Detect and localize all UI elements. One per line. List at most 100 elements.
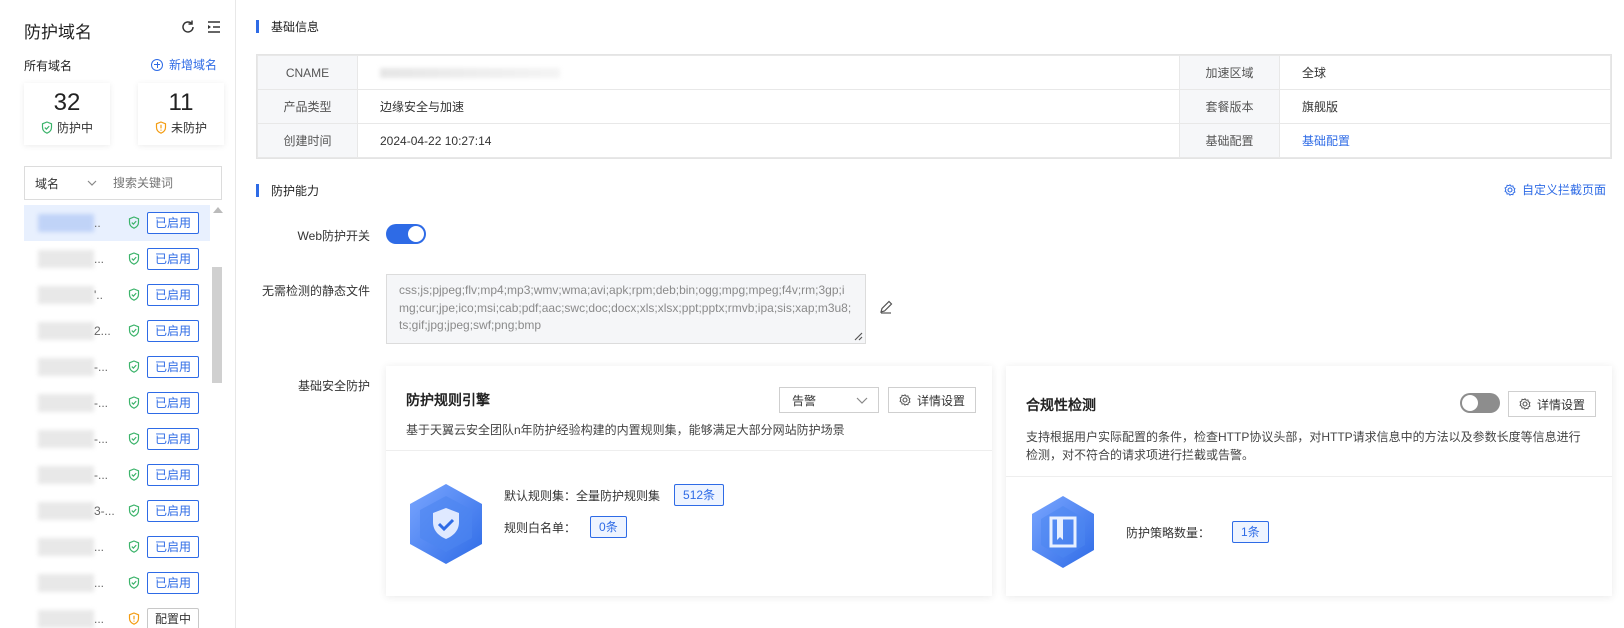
- basic-config-key: 基础配置: [1179, 123, 1280, 158]
- domain-status-badge[interactable]: 已启用: [147, 500, 200, 522]
- domain-name-redacted: [38, 538, 94, 556]
- domain-list-item[interactable]: ... 已启用: [24, 565, 210, 601]
- edit-pencil-icon[interactable]: [878, 299, 894, 315]
- basic-security-label: 基础安全防护: [297, 379, 370, 393]
- domain-list-item[interactable]: .. 已启用: [24, 205, 210, 241]
- domain-status-badge[interactable]: 已启用: [147, 428, 200, 450]
- domain-name-redacted: [38, 250, 94, 268]
- region-key: 加速区域: [1179, 55, 1280, 90]
- policy-count-badge[interactable]: 1条: [1232, 521, 1269, 543]
- product-type-value: 边缘安全与加速: [357, 89, 1180, 124]
- domain-list-scrollbar[interactable]: [210, 205, 224, 628]
- add-circle-icon: [151, 58, 163, 71]
- static-files-text: css;js;pjpeg;flv;mp4;mp3;wmv;wma;avi;apk…: [399, 283, 852, 332]
- domain-list-item[interactable]: -... 已启用: [24, 385, 210, 421]
- sidebar: 防护域名 所有域名 新增域名 32 防护中 11 未防护 域名 .. 已启用...…: [0, 0, 236, 628]
- resize-handle-icon[interactable]: [853, 331, 863, 341]
- web-protection-toggle[interactable]: [386, 224, 426, 244]
- search-field-select[interactable]: 域名: [25, 175, 105, 192]
- scroll-up-arrow-icon[interactable]: [213, 207, 223, 213]
- domain-list-item[interactable]: '.. 已启用: [24, 277, 210, 313]
- domain-list-item[interactable]: -... 已启用: [24, 349, 210, 385]
- domain-status-badge[interactable]: 已启用: [147, 248, 200, 270]
- rule-engine-card: 防护规则引擎 告警 详情设置 基于天翼云安全团队n年防护经验构建的内置规则集，能…: [386, 366, 992, 596]
- static-files-textarea[interactable]: css;js;pjpeg;flv;mp4;mp3;wmv;wma;avi;apk…: [386, 274, 866, 344]
- domain-name-redacted: [38, 502, 94, 520]
- domain-list-item[interactable]: 2... 已启用: [24, 313, 210, 349]
- stat-protected[interactable]: 32 防护中: [24, 83, 110, 145]
- default-rule-count-badge[interactable]: 512条: [674, 484, 725, 506]
- shield-warning-icon: [128, 612, 140, 625]
- policy-count-row: 防护策略数量： 1条: [1126, 521, 1269, 543]
- stat-unprotected-count: 11: [168, 89, 194, 116]
- sidebar-title: 防护域名: [24, 23, 92, 42]
- basic-info-title-text: 基础信息: [271, 20, 320, 34]
- rule-engine-desc: 基于天翼云安全团队n年防护经验构建的内置规则集，能够满足大部分网站防护场景: [406, 423, 845, 437]
- all-domains-label: 所有域名: [24, 59, 73, 73]
- domain-name-ellipsis: 3-...: [94, 504, 115, 518]
- domain-name: -...: [24, 385, 124, 421]
- chevron-down-icon: [87, 180, 97, 186]
- whitelist-label: 规则白名单：: [504, 520, 577, 535]
- domain-list-item[interactable]: ... 已启用: [24, 241, 210, 277]
- table-row: 创建时间 2024-04-22 10:27:14 基础配置 基础配置: [257, 123, 1611, 158]
- refresh-icon[interactable]: [180, 19, 196, 35]
- domain-list-item[interactable]: -... 已启用: [24, 457, 210, 493]
- table-row: CNAME 加速区域 全球: [257, 55, 1611, 90]
- domain-status-badge[interactable]: 已启用: [147, 320, 200, 342]
- domain-status-badge[interactable]: 配置中: [147, 608, 200, 628]
- rule-engine-mode-value: 告警: [792, 393, 817, 408]
- search-field-value: 域名: [35, 176, 60, 191]
- web-switch-label: Web防护开关: [297, 229, 370, 243]
- search-input[interactable]: [105, 176, 215, 190]
- created-time-key: 创建时间: [257, 123, 358, 158]
- shield-check-icon: [128, 216, 140, 229]
- gear-icon: [1519, 398, 1531, 410]
- domain-list-item[interactable]: ... 已启用: [24, 529, 210, 565]
- product-type-key: 产品类型: [257, 89, 358, 124]
- domain-status-badge[interactable]: 已启用: [147, 212, 200, 234]
- domain-status-badge[interactable]: 已启用: [147, 572, 200, 594]
- compliance-toggle[interactable]: [1460, 393, 1500, 413]
- whitelist-row: 规则白名单： 0条: [504, 516, 627, 538]
- rule-engine-detail-button[interactable]: 详情设置: [888, 387, 977, 413]
- scroll-thumb[interactable]: [212, 267, 222, 383]
- domain-name-ellipsis: ..: [94, 216, 101, 230]
- collapse-menu-icon[interactable]: [206, 19, 222, 35]
- domain-status-badge[interactable]: 已启用: [147, 356, 200, 378]
- domain-name: ...: [24, 601, 124, 628]
- domain-list-item[interactable]: ... 配置中: [24, 601, 210, 628]
- plan-value: 旗舰版: [1279, 89, 1611, 124]
- domain-status-badge[interactable]: 已启用: [147, 392, 200, 414]
- stat-protected-label: 防护中: [56, 121, 93, 135]
- gear-icon: [899, 394, 911, 406]
- rule-engine-title: 防护规则引擎: [406, 392, 490, 408]
- domain-name: -...: [24, 421, 124, 457]
- domain-status-badge[interactable]: 已启用: [147, 284, 200, 306]
- shield-hexagon-icon: [410, 484, 482, 564]
- shield-check-icon: [128, 324, 140, 337]
- add-domain-button[interactable]: 新增域名: [151, 56, 217, 73]
- domain-list-item[interactable]: -... 已启用: [24, 421, 210, 457]
- default-rule-label: 默认规则集：: [504, 488, 577, 503]
- domain-status-badge[interactable]: 已启用: [147, 464, 200, 486]
- compliance-detail-button[interactable]: 详情设置: [1508, 391, 1597, 417]
- default-rule-row: 默认规则集： 全量防护规则集 512条: [504, 484, 725, 506]
- domain-name: 2...: [24, 313, 124, 349]
- basic-config-link[interactable]: 基础配置: [1302, 134, 1350, 148]
- rule-engine-mode-select[interactable]: 告警: [779, 387, 879, 413]
- compliance-title: 合规性检测: [1026, 397, 1096, 413]
- book-hexagon-icon: [1032, 496, 1094, 568]
- domain-name-ellipsis: -...: [94, 432, 108, 446]
- add-domain-label: 新增域名: [169, 58, 218, 72]
- domain-name-ellipsis: -...: [94, 396, 108, 410]
- whitelist-count-badge[interactable]: 0条: [590, 516, 627, 538]
- domain-list-item[interactable]: 3-... 已启用: [24, 493, 210, 529]
- static-files-label: 无需检测的静态文件: [261, 284, 370, 298]
- domain-name-ellipsis: ...: [94, 612, 105, 626]
- domain-status-badge[interactable]: 已启用: [147, 536, 200, 558]
- domain-name-ellipsis: '..: [94, 288, 103, 302]
- custom-block-page-link[interactable]: 自定义拦截页面: [1504, 181, 1606, 198]
- domain-name-redacted: [38, 322, 94, 340]
- stat-unprotected[interactable]: 11 未防护: [138, 83, 224, 145]
